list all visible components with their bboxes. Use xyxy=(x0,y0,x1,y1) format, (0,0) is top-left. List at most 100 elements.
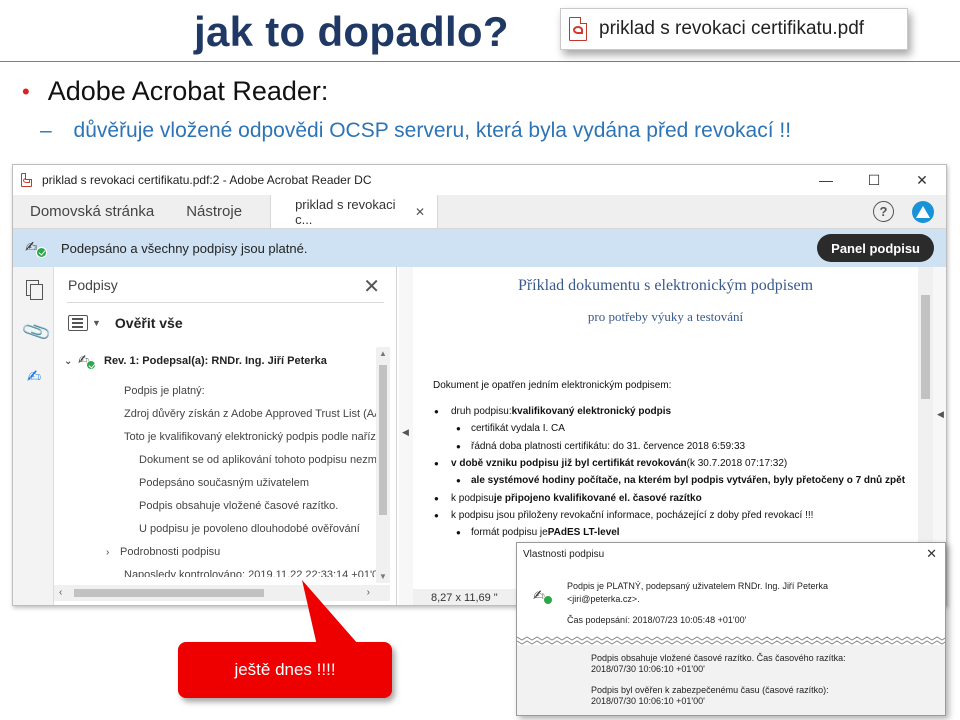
scroll-thumb[interactable] xyxy=(379,365,387,515)
scroll-left-icon[interactable]: ‹ xyxy=(59,587,62,598)
window-title: priklad s revokaci certifikatu.pdf:2 - A… xyxy=(42,173,372,187)
bullet-dot-icon: ● xyxy=(434,493,439,503)
scroll-down-icon[interactable]: ▼ xyxy=(379,572,387,581)
panel-divider xyxy=(67,302,384,303)
tab-tools[interactable]: Nástroje xyxy=(170,195,258,228)
document-list-text: k podpisu jsou přiloženy revokační infor… xyxy=(451,509,814,521)
verify-all-button[interactable]: Ověřit vše xyxy=(115,315,183,331)
signatures-panel-header: Podpisy ✕ xyxy=(54,267,396,303)
document-title: Příklad dokumentu s elektronickým podpis… xyxy=(517,277,814,294)
document-list-text: v době vzniku podpisu již byl certifikát… xyxy=(451,458,687,470)
scroll-right-icon[interactable]: › xyxy=(367,587,370,598)
document-list-text: k podpisu xyxy=(451,492,494,504)
dialog-titlebar: Vlastnosti podpisu ✕ xyxy=(517,543,945,565)
dialog-email-line: <jiri@peterka.cz>. xyxy=(567,594,640,604)
left-rail: 📎 ✍ xyxy=(13,267,54,605)
document-list-text: PAdES LT-level xyxy=(547,527,620,539)
page-thumbnails-icon[interactable] xyxy=(24,279,44,301)
panel-horizontal-scrollbar[interactable]: ‹ › xyxy=(54,585,390,601)
tab-close-icon[interactable]: ✕ xyxy=(415,205,425,219)
window-titlebar[interactable]: priklad s revokaci certifikatu.pdf:2 - A… xyxy=(13,165,946,195)
tree-item: Podpis obsahuje vložené časové razítko. xyxy=(139,500,339,512)
torn-edge-divider xyxy=(517,636,945,645)
bullet-dash-icon: – xyxy=(40,119,52,142)
signature-revision-row[interactable]: ⌄ ✍ Rev. 1: Podepsal(a): RNDr. Ing. Jiří… xyxy=(64,351,327,371)
tree-item: Toto je kvalifikovaný elektronický podpi… xyxy=(124,431,376,443)
chevron-down-icon[interactable]: ▼ xyxy=(92,318,101,328)
callout-box: ještě dnes !!!! xyxy=(178,642,392,698)
dialog-close-icon[interactable]: ✕ xyxy=(926,546,937,562)
tree-item: U podpisu je povoleno dlouhodobé ověřová… xyxy=(139,523,360,535)
document-list-text: kvalifikovaný elektronický podpis xyxy=(511,406,672,418)
document-list-item: ● v době vzniku podpisu již byl certifiká… xyxy=(433,455,905,472)
maximize-button[interactable]: ☐ xyxy=(850,165,898,195)
scroll-thumb[interactable] xyxy=(74,589,264,597)
scroll-up-icon[interactable]: ▲ xyxy=(379,349,387,358)
title-divider xyxy=(0,61,960,62)
bullet-dot-icon: ● xyxy=(456,528,461,538)
signature-panel-button[interactable]: Panel podpisu xyxy=(817,234,934,262)
bullet-dot-icon: ● xyxy=(456,424,461,434)
tab-document[interactable]: priklad s revokaci c... ✕ xyxy=(270,195,439,228)
attachment-icon[interactable]: 📎 xyxy=(20,317,54,349)
chevron-right-icon[interactable]: › xyxy=(106,547,114,558)
document-list-text: certifikát vydala I. CA xyxy=(471,423,565,435)
signature-valid-icon: ✍ xyxy=(533,587,553,605)
signature-properties-dialog: Vlastnosti podpisu ✕ ✍ Podpis je PLATNÝ,… xyxy=(516,542,946,716)
verify-all-row: ▼ Ověřit vše xyxy=(68,311,183,335)
tree-item: Dokument se od aplikování tohoto podpisu… xyxy=(139,454,376,466)
panel-collapse-handle[interactable]: ◀ xyxy=(399,267,413,605)
signature-valid-icon: ✍ xyxy=(25,238,47,258)
bullet-dot-icon: • xyxy=(22,78,30,104)
document-page: Příklad dokumentu s elektronickým podpis… xyxy=(413,267,918,589)
slide-title: jak to dopadlo? xyxy=(194,8,509,55)
document-list-text: je připojeno kvalifikované el. časové ra… xyxy=(493,492,702,504)
tab-home[interactable]: Domovská stránka xyxy=(13,195,170,228)
document-list-text: druh podpisu: xyxy=(451,406,512,418)
bullet-dot-icon: ● xyxy=(434,459,439,469)
close-button[interactable]: ✕ xyxy=(898,165,946,195)
document-list-item: ● formát podpisu je PAdES LT-level xyxy=(433,524,905,541)
options-list-icon[interactable] xyxy=(68,315,88,331)
dialog-title: Vlastnosti podpisu xyxy=(523,548,605,560)
dialog-timestamp-line: Podpis obsahuje vložené časové razítko. … xyxy=(591,653,846,663)
panel-vertical-scrollbar[interactable]: ▲ ▼ xyxy=(376,347,390,583)
collapse-right-icon[interactable]: ◀ xyxy=(937,409,944,420)
document-list-item: ● k podpisu jsou přiloženy revokační info… xyxy=(433,507,905,524)
tree-item: Podepsáno současným uživatelem xyxy=(139,477,309,489)
document-list-text: (k 30.7.2018 07:17:32) xyxy=(686,458,788,470)
callout-text: ještě dnes !!!! xyxy=(234,660,336,679)
user-avatar[interactable] xyxy=(912,201,934,223)
signatures-panel-title: Podpisy xyxy=(68,277,118,293)
signature-revision-label: Rev. 1: Podepsal(a): RNDr. Ing. Jiří Pet… xyxy=(104,355,327,367)
close-icon[interactable]: ✕ xyxy=(363,274,380,299)
tree-item: Zdroj důvěry získán z Adobe Approved Tru… xyxy=(124,408,376,420)
signature-status-text: Podepsáno a všechny podpisy jsou platné. xyxy=(61,240,308,256)
bullet-level1: • Adobe Acrobat Reader: xyxy=(22,76,328,107)
document-intro: Dokument je opatřen jedním elektronickým… xyxy=(433,380,672,391)
bullet-dot-icon: ● xyxy=(456,441,461,451)
chevron-down-icon[interactable]: ⌄ xyxy=(64,356,72,367)
bullet-level2: – důvěřuje vložené odpovědi OCSP serveru… xyxy=(40,119,791,143)
document-list-text: ale systémové hodiny počítače, na kterém… xyxy=(471,475,906,487)
tab-bar: Domovská stránka Nástroje priklad s revo… xyxy=(13,195,946,229)
file-chip: priklad s revokaci certifikatu.pdf xyxy=(560,8,908,50)
document-subtitle: pro potřeby výuky a testování xyxy=(587,309,744,324)
bullet-dot-icon: ● xyxy=(434,510,439,520)
signature-panel-icon[interactable]: ✍ xyxy=(24,367,44,389)
collapse-left-icon[interactable]: ◀ xyxy=(402,427,409,438)
bullet-dot-icon: ● xyxy=(456,476,461,486)
dialog-secure-time-line: Podpis byl ověřen k zabezpečenému času (… xyxy=(591,685,829,695)
signature-details-row[interactable]: › Podrobnosti podpisu xyxy=(106,542,220,562)
last-checked-row: Naposledy kontrolováno: 2019.11.22 22:33… xyxy=(124,569,376,577)
document-list-text: řádná doba platnosti certifikátu: do 31.… xyxy=(471,440,746,452)
signatures-panel: Podpisy ✕ ▼ Ověřit vše ⌄ ✍ Rev. 1: Podep… xyxy=(54,267,397,605)
minimize-button[interactable]: — xyxy=(802,165,850,195)
pdf-file-icon xyxy=(569,17,587,41)
help-icon[interactable]: ? xyxy=(873,201,894,222)
document-list-item: ● ale systémové hodiny počítače, na které… xyxy=(433,472,905,489)
scroll-thumb[interactable] xyxy=(921,295,930,399)
tree-item: Podpis je platný: xyxy=(124,385,205,397)
document-list-text: formát podpisu je xyxy=(471,527,548,539)
bullet-level2-text: důvěřuje vložené odpovědi OCSP serveru, … xyxy=(73,119,792,142)
